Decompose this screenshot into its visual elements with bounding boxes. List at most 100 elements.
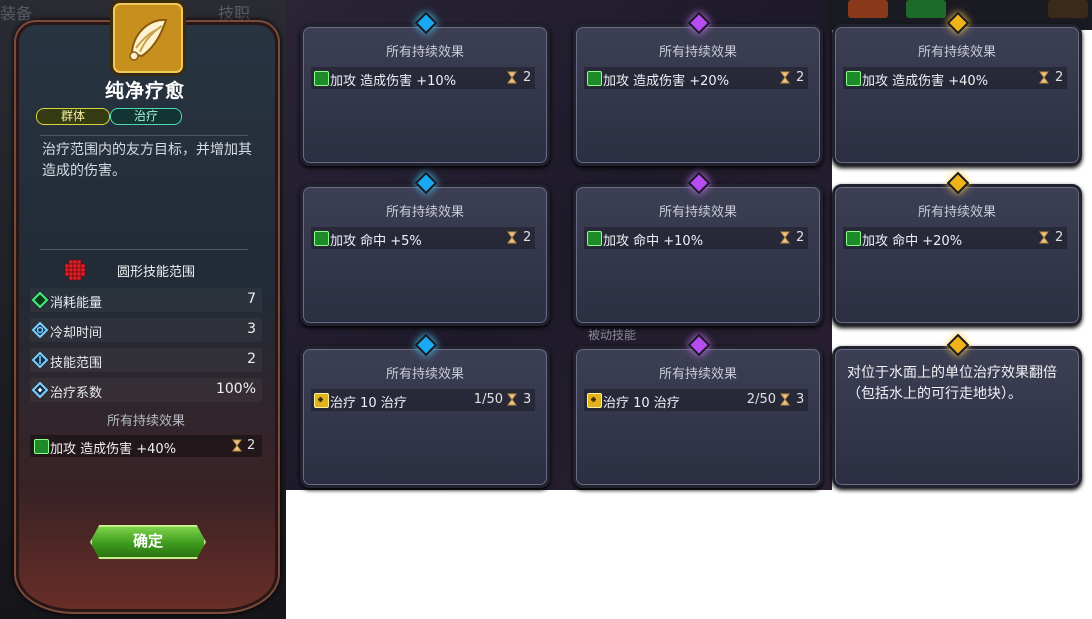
attack-buff-icon bbox=[587, 71, 602, 86]
heal-plus-icon bbox=[587, 393, 602, 408]
card-effect-row: 加攻 造成伤害 +20% 2 bbox=[584, 67, 808, 89]
skill-range-shape: 圆形技能范围 bbox=[60, 259, 250, 281]
effect-text: 加攻 命中 +10% bbox=[603, 234, 704, 249]
stat-value: 2 bbox=[247, 351, 256, 367]
ghost-passive-label: 被动技能 bbox=[588, 328, 637, 342]
stat-name: 冷却时间 bbox=[50, 326, 103, 341]
energy-icon bbox=[32, 292, 48, 308]
ghost-item-icon bbox=[906, 0, 946, 18]
effect-card[interactable]: 所有持续效果加攻 造成伤害 +20% 2 bbox=[573, 11, 823, 166]
skill-effect-row: 加攻 造成伤害 +40% 2 bbox=[30, 435, 262, 457]
effect-duration: 2 bbox=[1055, 70, 1064, 85]
effect-duration: 2 bbox=[247, 438, 256, 453]
effect-text: 加攻 造成伤害 +20% bbox=[603, 74, 730, 89]
card-description: 对位于水面上的单位治疗效果翻倍（包括水上的可行走地块）。 bbox=[847, 365, 1057, 402]
effect-card[interactable]: 所有持续效果加攻 命中 +20% 2 bbox=[832, 171, 1082, 326]
conch-shell-icon bbox=[129, 18, 168, 61]
stat-name: 消耗能量 bbox=[50, 296, 103, 311]
card-title: 所有持续效果 bbox=[658, 45, 737, 60]
stat-value: 3 bbox=[247, 321, 256, 337]
hourglass-icon bbox=[780, 231, 790, 244]
effect-card[interactable]: 对位于水面上的单位治疗效果翻倍（包括水上的可行走地块）。 bbox=[832, 333, 1082, 488]
attack-buff-icon bbox=[314, 231, 329, 246]
effect-card[interactable]: 所有持续效果加攻 命中 +5% 2 bbox=[300, 171, 550, 326]
effect-stack-count: 2/50 bbox=[746, 392, 776, 407]
attack-buff-icon bbox=[587, 231, 602, 246]
skill-tag-heal: 治疗 bbox=[110, 108, 182, 125]
range-icon bbox=[32, 352, 48, 368]
stat-row-energy: 消耗能量 7 bbox=[30, 288, 262, 312]
stat-value: 7 bbox=[247, 291, 256, 307]
range-shape-label: 圆形技能范围 bbox=[117, 265, 196, 280]
effect-duration: 2 bbox=[523, 70, 532, 85]
effect-stack-count: 1/50 bbox=[473, 392, 503, 407]
skill-description: 治疗范围内的友方目标，并增加其造成的伤害。 bbox=[42, 142, 252, 179]
skill-name: 纯净疗愈 bbox=[104, 80, 185, 102]
effect-duration: 2 bbox=[796, 70, 805, 85]
card-title: 所有持续效果 bbox=[385, 45, 464, 60]
card-title: 所有持续效果 bbox=[658, 367, 737, 382]
effect-text: 加攻 命中 +20% bbox=[862, 234, 963, 249]
stat-row-cooldown: 冷却时间 3 bbox=[30, 318, 262, 342]
effect-text: 治疗 10 治疗 bbox=[330, 396, 407, 411]
stat-row-range: 技能范围 2 bbox=[30, 348, 262, 372]
card-effect-row: 加攻 命中 +20% 2 bbox=[843, 227, 1067, 249]
effect-card[interactable]: 所有持续效果加攻 造成伤害 +10% 2 bbox=[300, 11, 550, 166]
rarity-gem-icon bbox=[946, 171, 970, 195]
stat-name: 技能范围 bbox=[50, 356, 103, 371]
card-title: 所有持续效果 bbox=[385, 205, 464, 220]
effect-card[interactable]: 所有持续效果治疗 10 治疗 2/50 3 bbox=[573, 333, 823, 488]
effect-text: 加攻 造成伤害 +10% bbox=[330, 74, 457, 89]
ghost-tab-equipment: 装备 bbox=[0, 4, 33, 23]
stat-row-heal-coefficient: 治疗系数 100% bbox=[30, 378, 262, 402]
ghost-item-icon bbox=[1048, 0, 1088, 18]
stat-value: 100% bbox=[215, 381, 256, 397]
confirm-button[interactable]: 确定 bbox=[90, 525, 206, 559]
card-title: 所有持续效果 bbox=[917, 205, 996, 220]
card-effect-row: 加攻 造成伤害 +10% 2 bbox=[311, 67, 535, 89]
heal-coefficient-icon bbox=[32, 382, 48, 398]
effect-card[interactable]: 所有持续效果加攻 命中 +10% 2 bbox=[573, 171, 823, 326]
hourglass-icon bbox=[507, 393, 517, 406]
card-title: 所有持续效果 bbox=[917, 45, 996, 60]
ghost-item-icon bbox=[848, 0, 888, 18]
effect-text: 治疗 10 治疗 bbox=[603, 396, 680, 411]
effect-card[interactable]: 所有持续效果加攻 造成伤害 +40% 2 bbox=[832, 11, 1082, 166]
skill-icon-frame bbox=[110, 0, 186, 76]
attack-buff-icon bbox=[34, 439, 49, 454]
stat-name: 治疗系数 bbox=[50, 386, 103, 401]
effect-text: 加攻 命中 +5% bbox=[330, 234, 422, 249]
card-effect-row: 治疗 10 治疗 2/50 3 bbox=[584, 389, 808, 411]
hourglass-icon bbox=[507, 231, 517, 244]
effect-text: 加攻 造成伤害 +40% bbox=[50, 442, 177, 457]
divider bbox=[40, 249, 248, 250]
effect-duration: 2 bbox=[796, 230, 805, 245]
hourglass-icon bbox=[780, 71, 790, 84]
hourglass-icon bbox=[507, 71, 517, 84]
card-effect-row: 治疗 10 治疗 1/50 3 bbox=[311, 389, 535, 411]
hourglass-icon bbox=[780, 393, 790, 406]
card-effect-row: 加攻 命中 +5% 2 bbox=[311, 227, 535, 249]
attack-buff-icon bbox=[846, 71, 861, 86]
effect-duration: 2 bbox=[1055, 230, 1064, 245]
attack-buff-icon bbox=[846, 231, 861, 246]
card-effect-row: 加攻 命中 +10% 2 bbox=[584, 227, 808, 249]
cooldown-icon bbox=[32, 322, 48, 338]
skill-tag-group: 群体 bbox=[36, 108, 110, 125]
effect-duration: 2 bbox=[523, 230, 532, 245]
rarity-gem-icon bbox=[946, 333, 970, 357]
attack-buff-icon bbox=[314, 71, 329, 86]
effect-card[interactable]: 所有持续效果治疗 10 治疗 1/50 3 bbox=[300, 333, 550, 488]
hourglass-icon bbox=[1039, 231, 1049, 244]
card-title: 所有持续效果 bbox=[658, 205, 737, 220]
card-effect-row: 加攻 造成伤害 +40% 2 bbox=[843, 67, 1067, 89]
card-title: 所有持续效果 bbox=[385, 367, 464, 382]
persist-effects-label: 所有持续效果 bbox=[106, 414, 185, 429]
divider bbox=[40, 135, 248, 136]
effect-text: 加攻 造成伤害 +40% bbox=[862, 74, 989, 89]
circle-range-grid-icon bbox=[64, 259, 86, 281]
hourglass-icon bbox=[232, 439, 242, 452]
heal-plus-icon bbox=[314, 393, 329, 408]
effect-duration: 3 bbox=[796, 392, 805, 407]
effect-duration: 3 bbox=[523, 392, 532, 407]
